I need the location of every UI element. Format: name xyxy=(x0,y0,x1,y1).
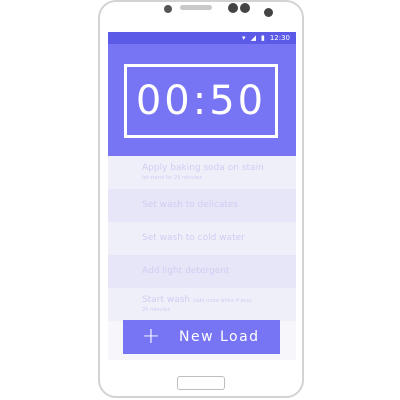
battery-icon: ▮ xyxy=(260,33,265,42)
task-title: Set wash to delicates xyxy=(142,200,239,210)
task-title: Add light detergent xyxy=(142,266,230,276)
phone-camera-secondary xyxy=(240,3,250,13)
new-load-button[interactable]: + New Load xyxy=(123,320,280,354)
phone-speaker xyxy=(180,5,212,10)
list-item[interactable]: Start wash (add more white if any) 25 mi… xyxy=(108,288,296,321)
list-item[interactable]: Set wash to cold water xyxy=(108,222,296,255)
plus-icon: + xyxy=(141,324,161,349)
home-button[interactable] xyxy=(177,376,225,390)
task-subtitle: 25 minutes xyxy=(142,307,171,313)
status-time: 12:30 xyxy=(269,33,290,42)
new-load-label: New Load xyxy=(179,329,260,345)
task-list: Apply baking soda on stain let stand for… xyxy=(108,156,296,321)
task-title: Apply baking soda on stain xyxy=(142,163,264,173)
task-subtitle: let stand for 25 minutes xyxy=(142,175,203,181)
timer-value: 00:50 xyxy=(135,78,267,124)
task-title: Set wash to cold water xyxy=(142,233,245,243)
task-note: (add more white if any) xyxy=(193,298,252,304)
list-item[interactable]: Add light detergent xyxy=(108,255,296,288)
status-bar: ▾ ◢ ▮ 12:30 xyxy=(108,32,296,44)
list-item[interactable]: Apply baking soda on stain let stand for… xyxy=(108,156,296,189)
wifi-icon: ▾ xyxy=(242,33,246,42)
list-item[interactable]: Set wash to delicates xyxy=(108,189,296,222)
timer-display[interactable]: 00:50 xyxy=(124,64,278,138)
task-title-row: Start wash (add more white if any) xyxy=(142,295,296,305)
signal-icon: ◢ xyxy=(250,33,256,42)
task-title: Start wash xyxy=(142,295,191,305)
app-screen: ▾ ◢ ▮ 12:30 00:50 Apply baking soda on s… xyxy=(108,32,296,360)
phone-sensor xyxy=(164,5,172,13)
phone-front-camera xyxy=(264,8,273,17)
phone-camera xyxy=(228,3,238,13)
